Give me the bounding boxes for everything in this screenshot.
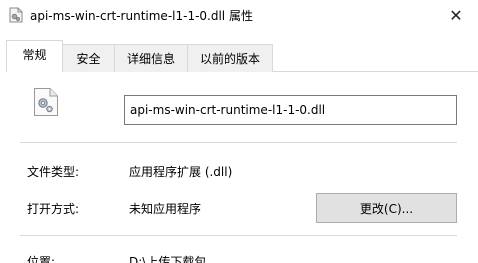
tab-security-label: 安全 — [76, 52, 101, 66]
divider — [20, 235, 457, 236]
divider — [20, 142, 457, 143]
tab-security[interactable]: 安全 — [62, 44, 115, 72]
tab-general-label: 常规 — [22, 48, 47, 62]
tab-details[interactable]: 详细信息 — [114, 44, 188, 72]
tab-strip: 常规 安全 详细信息 以前的版本 — [0, 38, 478, 72]
file-name-field[interactable] — [124, 95, 457, 125]
tab-previous-versions[interactable]: 以前的版本 — [187, 44, 273, 72]
file-type-label: 文件类型: — [27, 165, 80, 179]
tab-general[interactable]: 常规 — [6, 40, 63, 72]
tab-previous-versions-label: 以前的版本 — [199, 52, 260, 66]
change-button[interactable]: 更改(C)... — [316, 193, 457, 223]
dll-file-icon — [9, 7, 23, 23]
open-with-label: 打开方式: — [27, 202, 80, 216]
file-type-value: 应用程序扩展 (.dll) — [129, 165, 233, 179]
title-bar: api-ms-win-crt-runtime-l1-1-0.dll 属性 ✕ — [0, 0, 478, 30]
tab-details-label: 详细信息 — [126, 52, 175, 66]
close-icon: ✕ — [449, 5, 463, 25]
dll-file-icon — [33, 87, 59, 117]
open-with-value: 未知应用程序 — [129, 202, 202, 216]
close-button[interactable]: ✕ — [434, 0, 478, 30]
location-value: D:\上传下载包 — [129, 255, 207, 263]
window-title: api-ms-win-crt-runtime-l1-1-0.dll 属性 — [30, 9, 253, 23]
location-label: 位置: — [27, 255, 56, 263]
